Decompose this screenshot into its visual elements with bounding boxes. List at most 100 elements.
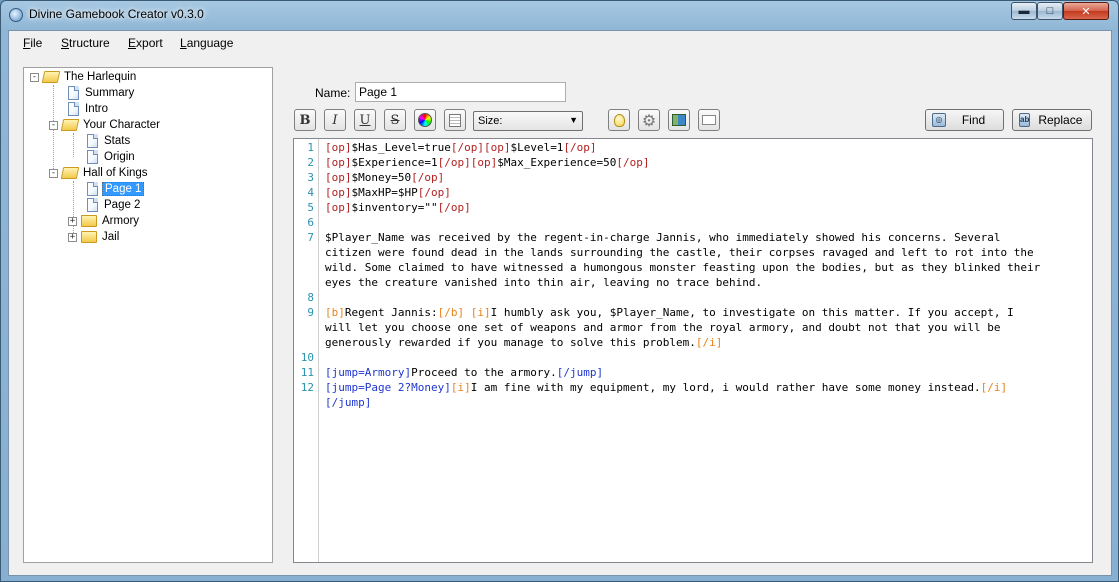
jump-tag: [jump=Armory] (325, 366, 412, 379)
op-tag: [op] (325, 156, 352, 169)
collapse-icon[interactable]: - (49, 168, 58, 178)
font-size-select[interactable]: Size: ▼ (473, 111, 583, 131)
jump-tag: [jump=Page 2?Money] (325, 381, 451, 394)
bold-button[interactable]: B (294, 109, 316, 131)
blank-button[interactable] (698, 109, 720, 131)
format-tag: [/b] [i] (437, 306, 491, 319)
replace-button-label: Replace (1038, 113, 1083, 127)
menu-structure-accel: S (61, 36, 70, 50)
op-tag: [op] (325, 201, 352, 214)
page-name-input[interactable] (355, 82, 566, 102)
document-icon (449, 113, 461, 127)
code-line-2: [op]$Experience=1[/op][op]$Max_Experienc… (325, 155, 650, 170)
menu-file[interactable]: File (23, 36, 42, 50)
tree-label: Jail (102, 231, 120, 243)
line-number: 4 (307, 186, 314, 199)
op-tag: [/op][op] (437, 156, 498, 169)
op-tag: [/op] (563, 141, 597, 154)
page-icon (87, 150, 98, 164)
code-line-7a: $Player_Name was received by the regent-… (325, 231, 1001, 244)
code-line-7d: eyes the creature vanished into thin air… (325, 276, 763, 289)
hint-button[interactable] (608, 109, 630, 131)
underline-button[interactable]: U (354, 109, 376, 131)
code-line-12a: [jump=Page 2?Money][i]I am fine with my … (325, 380, 1007, 395)
tree-node-origin[interactable]: Origin (85, 149, 137, 165)
title-bar[interactable]: Divine Gamebook Creator v0.3.0 ▬ □ ✕ (1, 1, 1118, 27)
tree-node-summary[interactable]: Summary (66, 85, 136, 101)
expand-icon[interactable]: + (68, 216, 77, 226)
expand-icon[interactable]: + (68, 232, 77, 242)
code-line-9c: generously rewarded if you manage to sol… (325, 335, 722, 350)
tree-node-page-2[interactable]: Page 2 (85, 197, 142, 213)
line-number: 6 (307, 216, 314, 229)
tree-connector (73, 133, 74, 157)
strikethrough-button[interactable]: S (384, 109, 406, 131)
code-text: $Level=1 (510, 141, 564, 154)
export-button[interactable] (668, 109, 690, 131)
tree-node-hall-of-kings[interactable]: - Hall of Kings (49, 165, 150, 181)
bold-icon: B (299, 112, 311, 128)
replace-button[interactable]: ab Replace (1012, 109, 1092, 131)
tree-node-the-harlequin[interactable]: - The Harlequin (30, 69, 138, 85)
menu-export[interactable]: Export (128, 36, 163, 50)
tree-node-jail[interactable]: + Jail (68, 229, 121, 245)
code-text: $Money=50 (351, 171, 412, 184)
maximize-button[interactable]: □ (1037, 2, 1063, 20)
color-button[interactable] (414, 109, 436, 131)
op-tag: [/op] (411, 171, 445, 184)
gear-icon: ⚙ (641, 110, 657, 130)
op-tag: [/op] (417, 186, 451, 199)
tree-node-stats[interactable]: Stats (85, 133, 132, 149)
app-icon[interactable] (9, 8, 23, 22)
page-icon (87, 198, 98, 212)
code-text: I am fine with my equipment, my lord, i … (470, 381, 981, 394)
menu-export-label: xport (136, 36, 163, 50)
blank-icon (702, 115, 716, 125)
code-line-9b: will let you choose one set of weapons a… (325, 321, 1001, 334)
menu-language[interactable]: Language (180, 36, 233, 50)
op-tag: [/op][op] (450, 141, 511, 154)
structure-tree[interactable]: - The Harlequin Summary Intro - Your Cha… (23, 67, 273, 563)
lightbulb-icon (613, 113, 625, 127)
collapse-icon[interactable]: - (49, 120, 58, 130)
code-text: $inventory="" (351, 201, 438, 214)
tree-node-intro[interactable]: Intro (66, 101, 110, 117)
tree-node-armory[interactable]: + Armory (68, 213, 141, 229)
op-tag: [op] (325, 171, 352, 184)
minimize-icon: ▬ (1018, 5, 1030, 17)
tree-label: Stats (104, 135, 131, 147)
code-line-7c: wild. Some claimed to have witnessed a h… (325, 261, 1041, 274)
italic-button[interactable]: I (324, 109, 346, 131)
close-icon: ✕ (1081, 5, 1091, 18)
code-editor[interactable]: 1 2 3 4 5 6 7 8 9 10 11 12 [op]$Has_Leve… (293, 138, 1093, 563)
collapse-icon[interactable]: - (30, 72, 39, 82)
tree-label: Armory (102, 215, 140, 227)
template-button[interactable] (444, 109, 466, 131)
tree-label: Your Character (83, 119, 160, 131)
page-icon (68, 102, 79, 116)
tree-label: Page 2 (104, 199, 141, 211)
tree-label: The Harlequin (64, 71, 137, 83)
menu-structure[interactable]: Structure (61, 36, 110, 50)
settings-button[interactable]: ⚙ (638, 109, 660, 131)
code-text: Regent Jannis: (344, 306, 438, 319)
code-line-4: [op]$MaxHP=$HP[/op] (325, 185, 451, 200)
tree-node-page-1[interactable]: Page 1 (85, 181, 145, 197)
format-tag: [b] (325, 306, 345, 319)
code-text: I humbly ask you, $Player_Name, to inves… (490, 306, 1014, 319)
line-number: 5 (307, 201, 314, 214)
code-line-11: [jump=Armory]Proceed to the armory.[/jum… (325, 365, 603, 380)
minimize-button[interactable]: ▬ (1011, 2, 1037, 20)
page-icon (87, 134, 98, 148)
underline-icon: U (359, 112, 371, 128)
line-number: 3 (307, 171, 314, 184)
line-number: 12 (300, 381, 314, 394)
find-button[interactable]: ◎ Find (925, 109, 1004, 131)
op-tag: [/op] (616, 156, 650, 169)
strikethrough-icon: S (390, 112, 400, 128)
code-line-3: [op]$Money=50[/op] (325, 170, 444, 185)
app-window: Divine Gamebook Creator v0.3.0 ▬ □ ✕ Fil… (0, 0, 1119, 582)
close-button[interactable]: ✕ (1063, 2, 1109, 20)
tree-node-your-character[interactable]: - Your Character (49, 117, 162, 133)
op-tag: [op] (325, 186, 352, 199)
